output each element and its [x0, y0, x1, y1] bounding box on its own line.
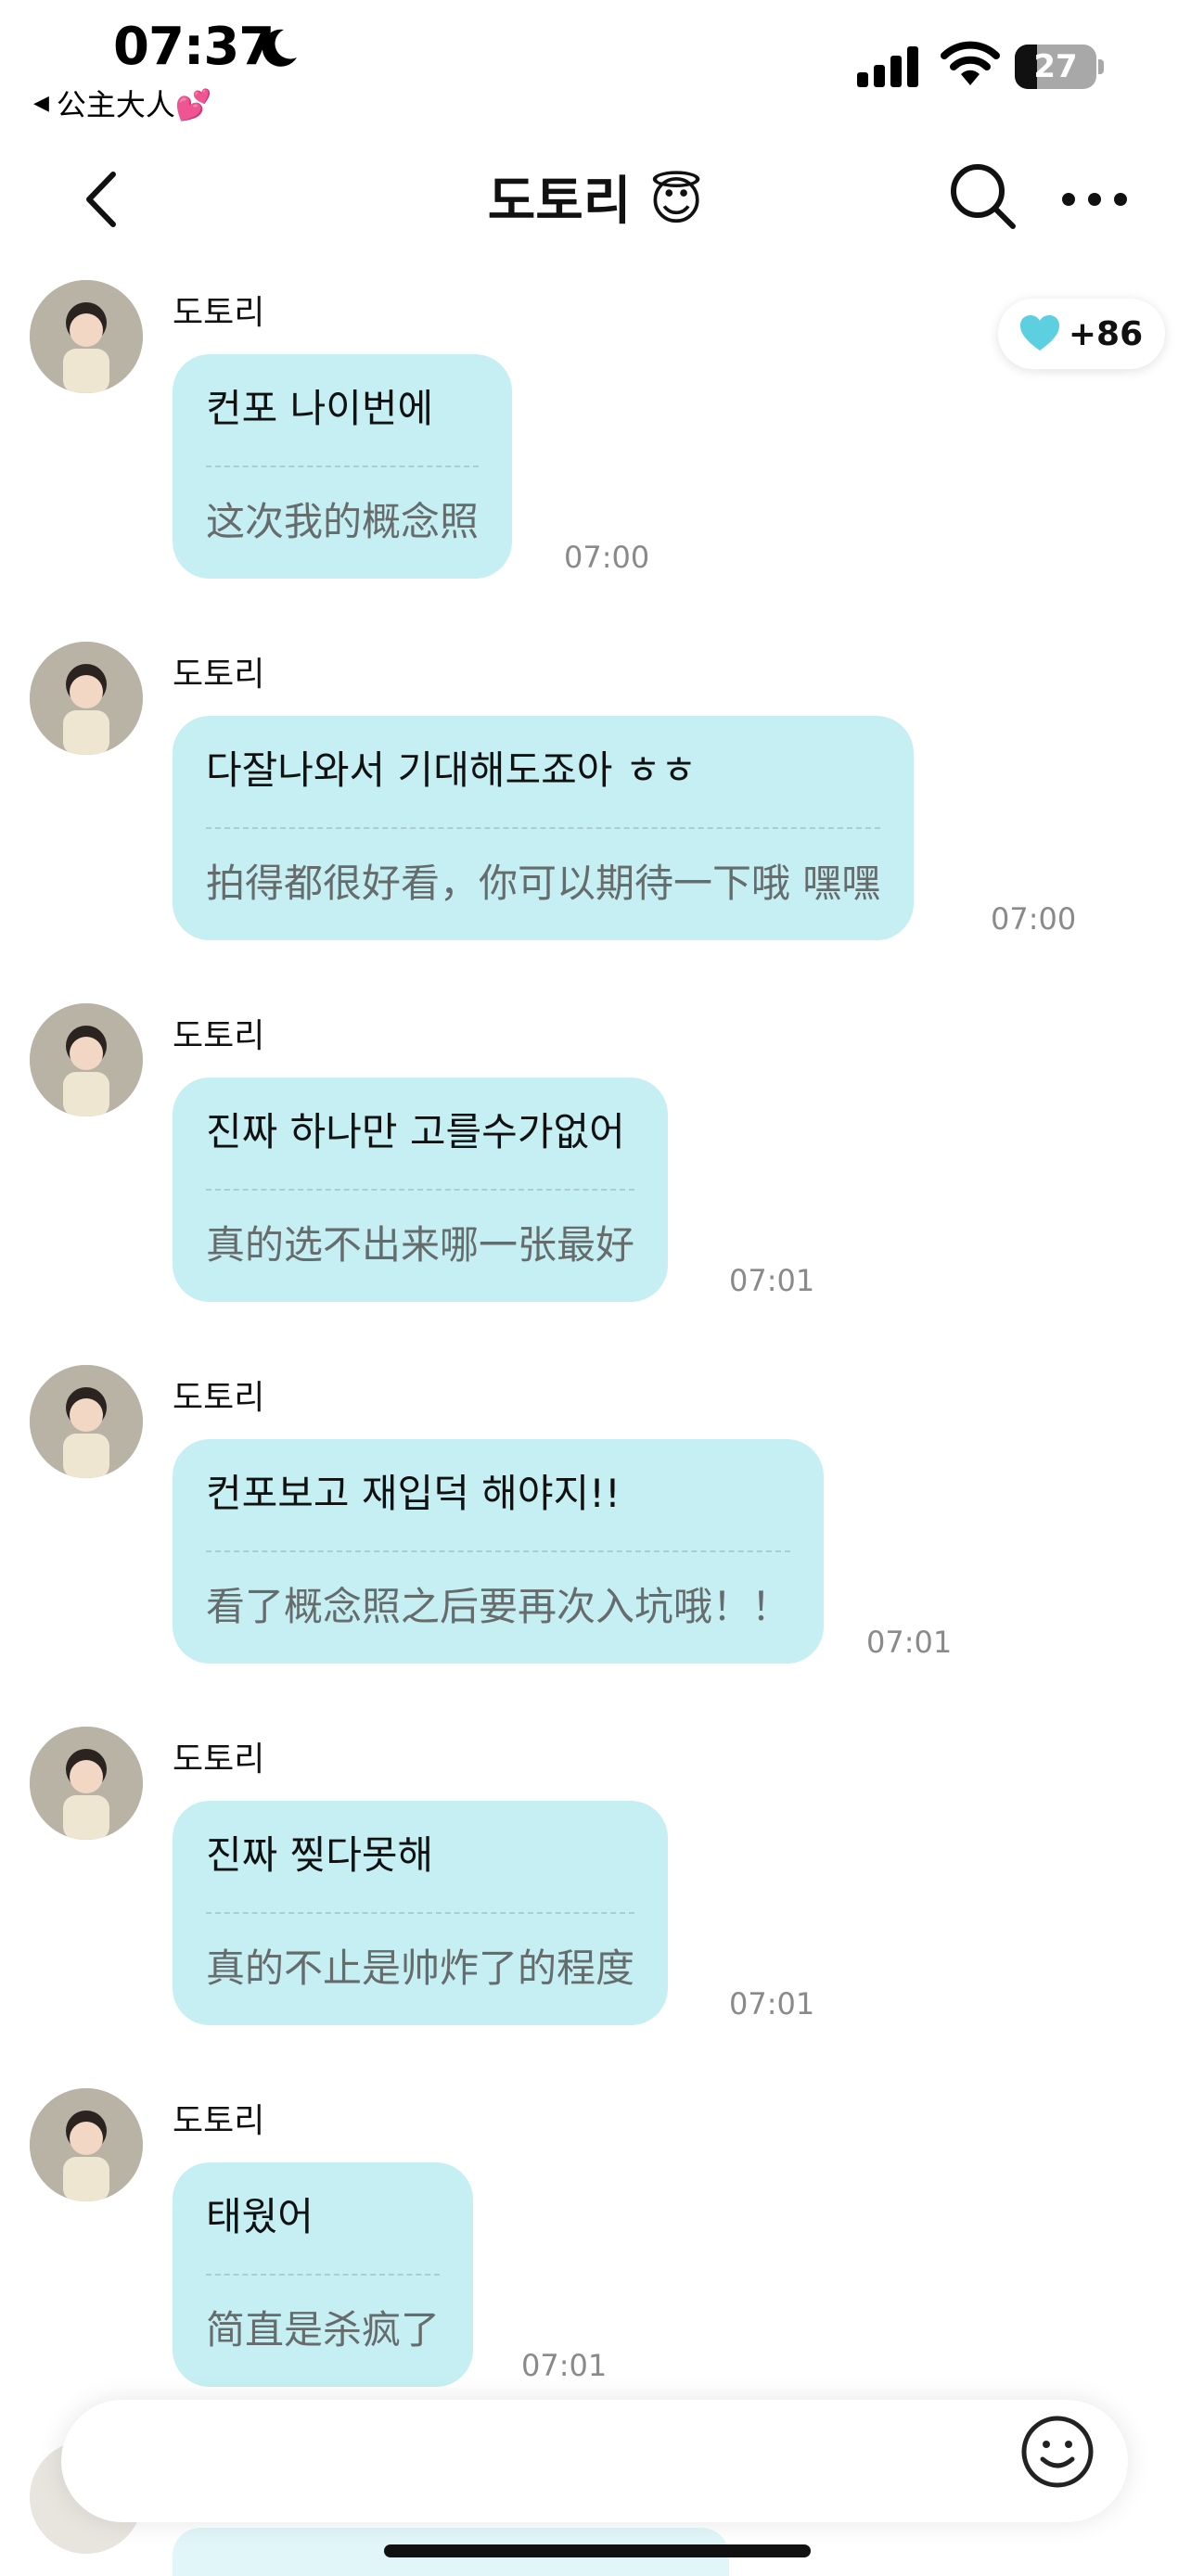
- avatar[interactable]: [30, 642, 143, 755]
- heart-badge[interactable]: +86: [998, 299, 1165, 369]
- heart-icon: [1019, 315, 1059, 351]
- message-timestamp: 07:01: [866, 1625, 953, 1660]
- message-bubble[interactable]: 진짜 찢다못해 真的不止是帅炸了的程度: [173, 1801, 669, 2025]
- avatar[interactable]: [30, 1365, 143, 1478]
- message-translation: 真的不止是帅炸了的程度: [206, 1945, 635, 1991]
- message-original: 컨포보고 재입덕 해야지!!: [206, 1471, 621, 1516]
- sender-name: 도토리: [173, 1017, 265, 1055]
- message-timestamp: 07:00: [564, 540, 650, 575]
- message-translation: 真的选不出来哪一张最好: [206, 1222, 635, 1268]
- message-translation: 看了概念照之后要再次入坑哦！！: [206, 1584, 791, 1629]
- message-input[interactable]: [61, 2400, 1128, 2522]
- message-bubble[interactable]: 다잘나와서 기대해도죠아 ㅎㅎ 拍得都很好看，你可以期待一下哦 嘿嘿: [173, 716, 915, 940]
- chat-screen: 07:37 ◀ 公主大人💕 27 도토리 😇 도토리 컨포 나이번에 这次我的概…: [0, 0, 1191, 2576]
- message-original: 태웠어: [206, 2194, 314, 2239]
- sender-name: 도토리: [173, 2102, 265, 2140]
- back-to-app-link[interactable]: ◀ 公主大人💕: [33, 82, 212, 124]
- message-timestamp: 07:00: [991, 901, 1077, 937]
- search-icon[interactable]: [946, 159, 1020, 234]
- message-timestamp: 07:01: [729, 1263, 815, 1298]
- heart-count: +86: [1068, 314, 1144, 353]
- avatar[interactable]: [30, 1003, 143, 1116]
- message-original: 진짜 찢다못해: [206, 1832, 434, 1878]
- message-timestamp: 07:01: [521, 2348, 608, 2383]
- back-app-label: 公主大人💕: [56, 87, 212, 122]
- sender-name: 도토리: [173, 656, 265, 694]
- message-bubble[interactable]: 진짜 하나만 고를수가없어 真的选不出来哪一张最好: [173, 1078, 669, 1302]
- battery-icon: 27: [1015, 45, 1104, 89]
- chat-header: 도토리 😇: [0, 139, 1191, 260]
- home-indicator[interactable]: [384, 2544, 811, 2557]
- battery-level: 27: [1033, 48, 1078, 85]
- status-time: 07:37: [113, 17, 275, 77]
- message-bubble[interactable]: 태웠어 简直是杀疯了: [173, 2162, 474, 2387]
- message-bubble[interactable]: 컨포 나이번에 这次我的概念照: [173, 354, 513, 579]
- wifi-icon: [941, 41, 1000, 85]
- status-bar: 07:37 ◀ 公主大人💕 27: [0, 0, 1191, 139]
- moon-icon: [262, 29, 297, 67]
- message-translation: 拍得都很好看，你可以期待一下哦 嘿嘿: [206, 861, 881, 906]
- back-triangle-icon: ◀: [33, 91, 49, 115]
- message-list[interactable]: 도토리 컨포 나이번에 这次我的概念照 07:00 도토리 다잘나와서 기대해도…: [0, 260, 1191, 2411]
- avatar[interactable]: [30, 280, 143, 393]
- more-horizontal-icon[interactable]: [1057, 167, 1132, 232]
- sender-name: 도토리: [173, 1741, 265, 1779]
- cellular-signal-icon: [857, 46, 918, 87]
- message-original: 진짜 하나만 고를수가없어: [206, 1109, 625, 1154]
- message-original: 컨포 나이번에: [206, 386, 434, 431]
- avatar[interactable]: [30, 2088, 143, 2201]
- sender-name: 도토리: [173, 1379, 265, 1417]
- message-timestamp: 07:01: [729, 1986, 815, 2021]
- message-bubble[interactable]: 컨포보고 재입덕 해야지!! 看了概念照之后要再次入坑哦！！: [173, 1439, 825, 1664]
- avatar[interactable]: [30, 1727, 143, 1840]
- sender-name: 도토리: [173, 294, 265, 332]
- message-translation: 这次我的概念照: [206, 499, 480, 544]
- message-translation: 简直是杀疯了: [206, 2307, 441, 2353]
- message-original: 다잘나와서 기대해도죠아 ㅎㅎ: [206, 747, 698, 793]
- smiley-icon[interactable]: [1018, 2413, 1096, 2491]
